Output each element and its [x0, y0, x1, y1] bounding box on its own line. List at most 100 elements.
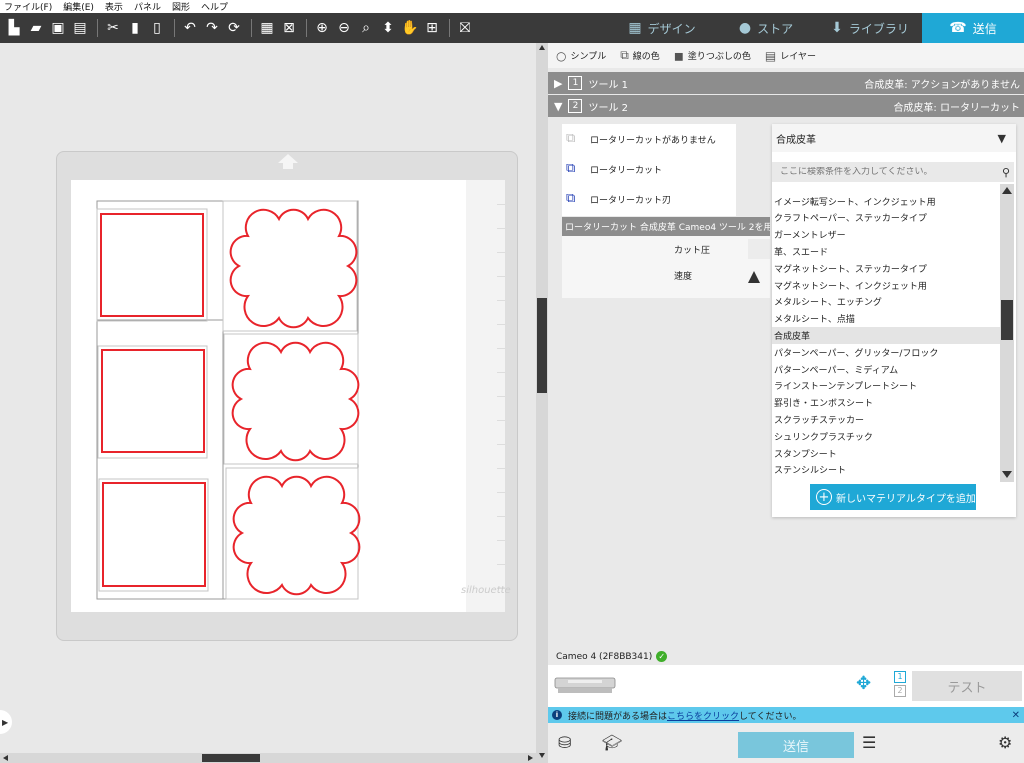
menu-edit[interactable]: 編集(E)	[63, 0, 94, 13]
mode-line-color-label: 線の色	[632, 52, 660, 62]
rotary-blade-option[interactable]: ⧉ ロータリーカット刃	[562, 184, 736, 214]
ruler-tick	[497, 540, 505, 541]
design-shapes	[96, 200, 361, 600]
add-material-button[interactable]: + 新しいマテリアルタイプを追加	[810, 484, 976, 510]
material-item[interactable]: ステンシルシート	[772, 462, 1000, 477]
info-text-prefix: 接続に問題がある場合は	[568, 711, 668, 722]
mode-simple[interactable]: ○ シンプル	[556, 49, 606, 63]
scroll-up-icon[interactable]	[539, 45, 545, 50]
tool-1-indicator[interactable]: 1	[894, 671, 906, 683]
speed-label: 速度	[674, 271, 693, 282]
paste-icon[interactable]: ▯	[147, 18, 167, 38]
scrollbar-thumb[interactable]	[202, 754, 260, 762]
scroll-down-icon[interactable]	[539, 753, 545, 758]
material-item[interactable]: スタンプシート	[772, 445, 1000, 462]
scroll-right-icon[interactable]	[528, 755, 533, 761]
cut-icon[interactable]: ✂	[103, 18, 123, 38]
zoom-out-icon[interactable]: ⊖	[334, 18, 354, 38]
menu-panel[interactable]: パネル	[134, 0, 161, 13]
canvas-vertical-scrollbar[interactable]	[536, 43, 548, 763]
zoom-selection-icon[interactable]: ⌕	[356, 18, 376, 38]
material-item[interactable]: パターンペーパー、ミディアム	[772, 361, 1000, 378]
mode-line-color[interactable]: ⧉ 線の色	[620, 48, 660, 63]
tab-store[interactable]: ● ストア	[714, 13, 818, 43]
tab-design[interactable]: ▦ デザイン	[610, 13, 714, 43]
zoom-in-icon[interactable]: ⊕	[312, 18, 332, 38]
mode-fill-color[interactable]: ◼ 塗りつぶしの色	[674, 49, 751, 63]
trace-icon[interactable]: ⛝	[455, 18, 475, 38]
flower-shape[interactable]	[225, 467, 361, 600]
material-item[interactable]: パターンペーパー、グリッター/フロック	[772, 344, 1000, 361]
material-list-scrollbar[interactable]	[1000, 184, 1014, 482]
material-item[interactable]: クラフトペーパー、ステッカータイプ	[772, 210, 1000, 227]
select-all-icon[interactable]: ▦	[257, 18, 277, 38]
material-item[interactable]: スクラッチステッカー	[772, 411, 1000, 428]
toolbar-divider	[174, 19, 175, 37]
move-arrows-icon[interactable]: ✥	[856, 673, 871, 694]
no-rotary-cut-option[interactable]: ⧉ ロータリーカットがありません	[562, 124, 736, 154]
open-folder-icon[interactable]: ▰	[26, 18, 46, 38]
deselect-icon[interactable]: ⊠	[279, 18, 299, 38]
material-item[interactable]: メタルシート、エッチング	[772, 294, 1000, 311]
scroll-left-icon[interactable]	[3, 755, 8, 761]
material-item[interactable]	[772, 185, 1000, 193]
tool-1-row[interactable]: ▶ 1 ツール 1 合成皮革: アクションがありません	[548, 72, 1024, 94]
gear-icon[interactable]: ⚙	[998, 733, 1012, 752]
flower-shape[interactable]	[223, 333, 360, 465]
refresh-icon[interactable]: ⟳	[224, 18, 244, 38]
send-button[interactable]: 送信	[738, 732, 854, 758]
material-item[interactable]: マグネットシート、インクジェット用	[772, 277, 1000, 294]
tab-send[interactable]: ☎ 送信	[922, 13, 1024, 43]
scrollbar-thumb[interactable]	[1001, 300, 1013, 340]
test-button[interactable]: テスト	[912, 671, 1022, 701]
grid-icon: ▦	[628, 20, 642, 36]
rotary-cut-option[interactable]: ⧉ ロータリーカット	[562, 154, 736, 184]
fit-page-icon[interactable]: ⬍	[378, 18, 398, 38]
material-item[interactable]: 罫引き・エンボスシート	[772, 394, 1000, 411]
scroll-down-icon[interactable]	[1002, 471, 1012, 478]
scroll-up-icon[interactable]	[1002, 187, 1012, 194]
flower-shape[interactable]	[222, 200, 358, 332]
canvas-horizontal-scrollbar[interactable]	[0, 753, 536, 763]
material-item-selected[interactable]: 合成皮革	[772, 327, 1000, 344]
menu-file[interactable]: ファイル(F)	[4, 0, 52, 13]
ruler-tick	[497, 492, 505, 493]
material-item[interactable]: イメージ転写シート、インクジェット用	[772, 193, 1000, 210]
tutorial-cap-icon[interactable]: 🎓︎	[602, 733, 622, 752]
tool-2-number: 2	[568, 99, 583, 113]
fit-window-icon[interactable]: ⊞	[422, 18, 442, 38]
undo-icon[interactable]: ↶	[180, 18, 200, 38]
help-link[interactable]: こちらをクリック	[667, 709, 739, 722]
menu-view[interactable]: 表示	[105, 0, 123, 13]
tab-library[interactable]: ⬇ ライブラリ	[818, 13, 922, 43]
material-item[interactable]: シュリンクプラスチック	[772, 428, 1000, 445]
material-search-input[interactable]	[780, 167, 980, 177]
print-icon[interactable]: ▤	[70, 18, 90, 38]
square-shape[interactable]	[96, 208, 208, 322]
material-select[interactable]: 合成皮革 ▼	[772, 124, 1016, 152]
search-icon[interactable]: ⚲	[1002, 166, 1010, 179]
material-item[interactable]: ラインストーンテンプレートシート	[772, 378, 1000, 395]
copy-icon[interactable]: ▮	[125, 18, 145, 38]
tool-2-row[interactable]: ▼ 2 ツール 2 合成皮革: ロータリーカット	[548, 95, 1024, 117]
menu-shape[interactable]: 図形	[172, 0, 190, 13]
speed-slider-icon[interactable]	[748, 265, 770, 285]
redo-icon[interactable]: ↷	[202, 18, 222, 38]
close-icon[interactable]: ✕	[1012, 710, 1020, 721]
new-file-icon[interactable]: ▙	[4, 18, 24, 38]
material-item[interactable]: マグネットシート、ステッカータイプ	[772, 260, 1000, 277]
mode-layer[interactable]: ▤ レイヤー	[765, 49, 816, 63]
material-item[interactable]: メタルシート、点描	[772, 310, 1000, 327]
material-item[interactable]: ガーメントレザー	[772, 226, 1000, 243]
square-shape[interactable]	[97, 345, 208, 459]
square-shape[interactable]	[98, 478, 209, 592]
machine-settings-icon[interactable]: ⛁	[558, 733, 571, 752]
scrollbar-thumb[interactable]	[537, 298, 547, 393]
pressure-input[interactable]	[748, 239, 770, 259]
material-item[interactable]: 革、スエード	[772, 243, 1000, 260]
menu-help[interactable]: ヘルプ	[201, 0, 228, 13]
pan-hand-icon[interactable]: ✋	[400, 18, 420, 38]
queue-list-icon[interactable]: ☰	[862, 733, 876, 752]
tool-2-indicator[interactable]: 2	[894, 685, 906, 697]
save-icon[interactable]: ▣	[48, 18, 68, 38]
